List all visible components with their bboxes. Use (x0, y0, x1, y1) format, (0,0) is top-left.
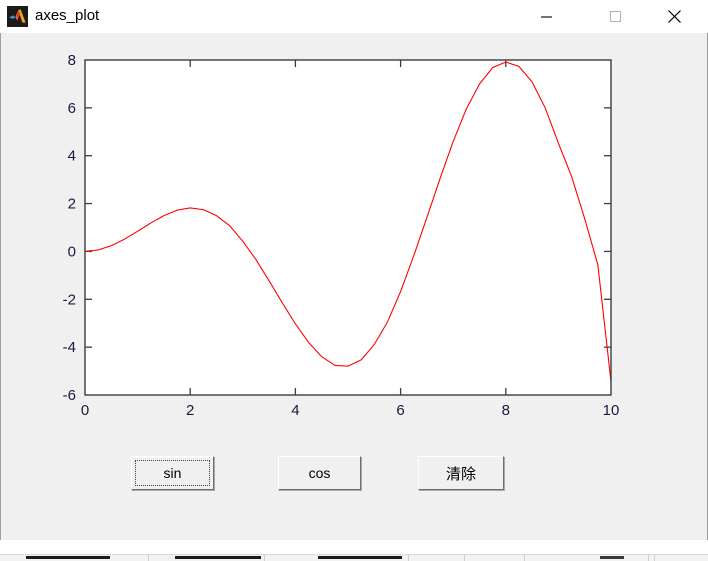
figure-client-area: 0 2 4 6 8 10 -6 -4 -2 0 2 4 6 8 sin cos 清除 (0, 33, 708, 540)
title-bar[interactable]: axes_plot (0, 0, 708, 33)
maximize-button[interactable] (592, 0, 638, 32)
taskbar-separator (264, 555, 265, 561)
y-tick-label: -2 (63, 291, 76, 308)
figure-window: axes_plot 0 2 4 6 8 10 -6 -4 -2 0 2 4 6 8 (0, 0, 708, 540)
taskbar[interactable] (0, 540, 708, 561)
cos-button[interactable]: cos (278, 456, 361, 490)
sin-button-label: sin (163, 465, 182, 481)
taskbar-separator (408, 555, 409, 561)
taskbar-separator (148, 555, 149, 561)
y-tick-label: -6 (63, 387, 76, 404)
y-tick-label: -4 (63, 339, 76, 356)
y-tick-label: 2 (68, 196, 76, 213)
sin-button[interactable]: sin (131, 456, 214, 490)
matlab-icon (7, 6, 28, 27)
close-button[interactable] (651, 0, 697, 32)
x-tick-label: 2 (186, 402, 194, 419)
close-icon (667, 9, 681, 23)
cos-button-label: cos (308, 465, 331, 481)
taskbar-item[interactable] (600, 556, 624, 561)
x-tick-label: 4 (291, 402, 299, 419)
axes-plot[interactable]: 0 2 4 6 8 10 -6 -4 -2 0 2 4 6 8 (1, 33, 708, 433)
clear-button-label: 清除 (445, 465, 476, 483)
taskbar-separator (648, 555, 649, 561)
taskbar-separator (654, 555, 655, 561)
taskbar-separator (524, 555, 525, 561)
y-tick-label: 0 (68, 243, 76, 260)
window-title: axes_plot (35, 7, 100, 24)
y-tick-label: 6 (68, 100, 76, 117)
y-tick-label: 8 (68, 52, 76, 69)
plot-canvas: 0 2 4 6 8 10 -6 -4 -2 0 2 4 6 8 (1, 33, 707, 433)
maximize-icon (609, 10, 621, 22)
clear-button[interactable]: 清除 (418, 456, 504, 490)
x-tick-label: 10 (603, 402, 620, 419)
taskbar-item[interactable] (26, 556, 110, 561)
y-tick-label: 4 (68, 148, 76, 165)
x-tick-label: 8 (502, 402, 510, 419)
x-tick-label: 6 (396, 402, 404, 419)
taskbar-strip[interactable] (0, 554, 708, 561)
minimize-icon (540, 15, 552, 18)
taskbar-separator (464, 555, 465, 561)
taskbar-item[interactable] (175, 556, 261, 561)
minimize-button[interactable] (523, 0, 569, 32)
x-tick-label: 0 (81, 402, 89, 419)
taskbar-item[interactable] (318, 556, 402, 561)
